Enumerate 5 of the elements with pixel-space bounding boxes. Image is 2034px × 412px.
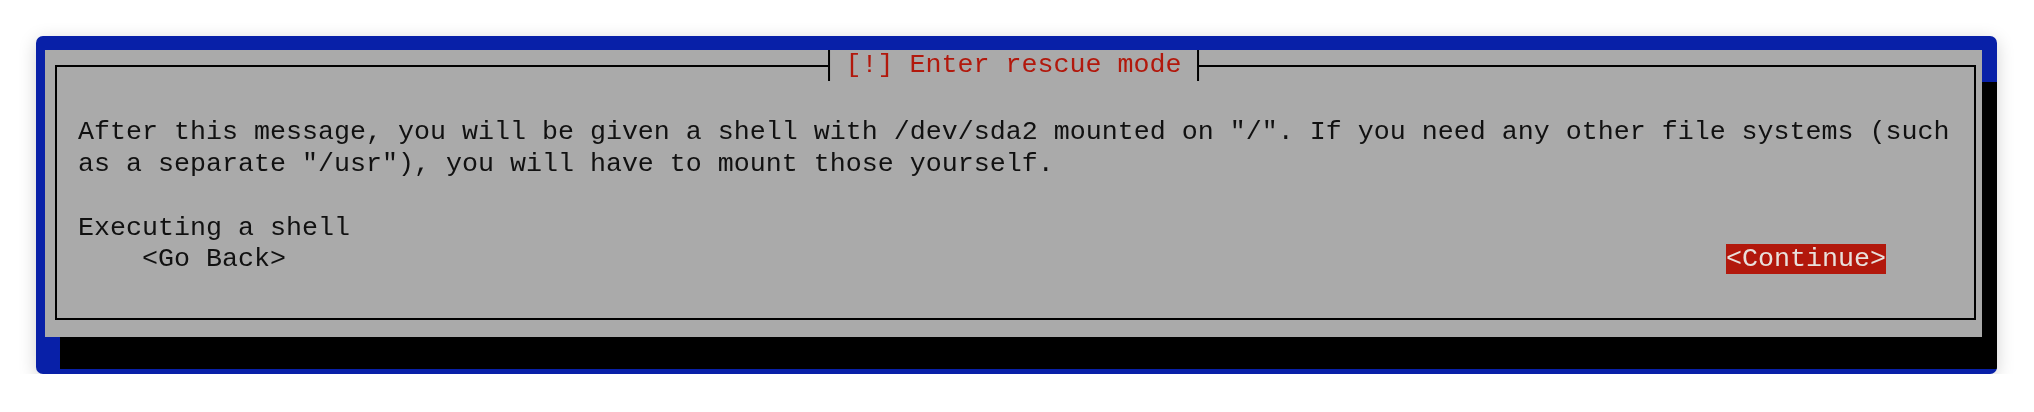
status-text: Executing a shell [78, 212, 351, 244]
back-button[interactable]: <Go Back> [142, 244, 286, 274]
message-text: After this message, you will be given a shell with /dev/sda2 mounted on "/". If you need any other file systems (such as a separate "/usr"), you will have to mount those yourself. [78, 116, 1951, 180]
continue-button[interactable]: <Continue> [1726, 244, 1886, 274]
dialog-title: [!] Enter rescue mode [827, 50, 1200, 81]
